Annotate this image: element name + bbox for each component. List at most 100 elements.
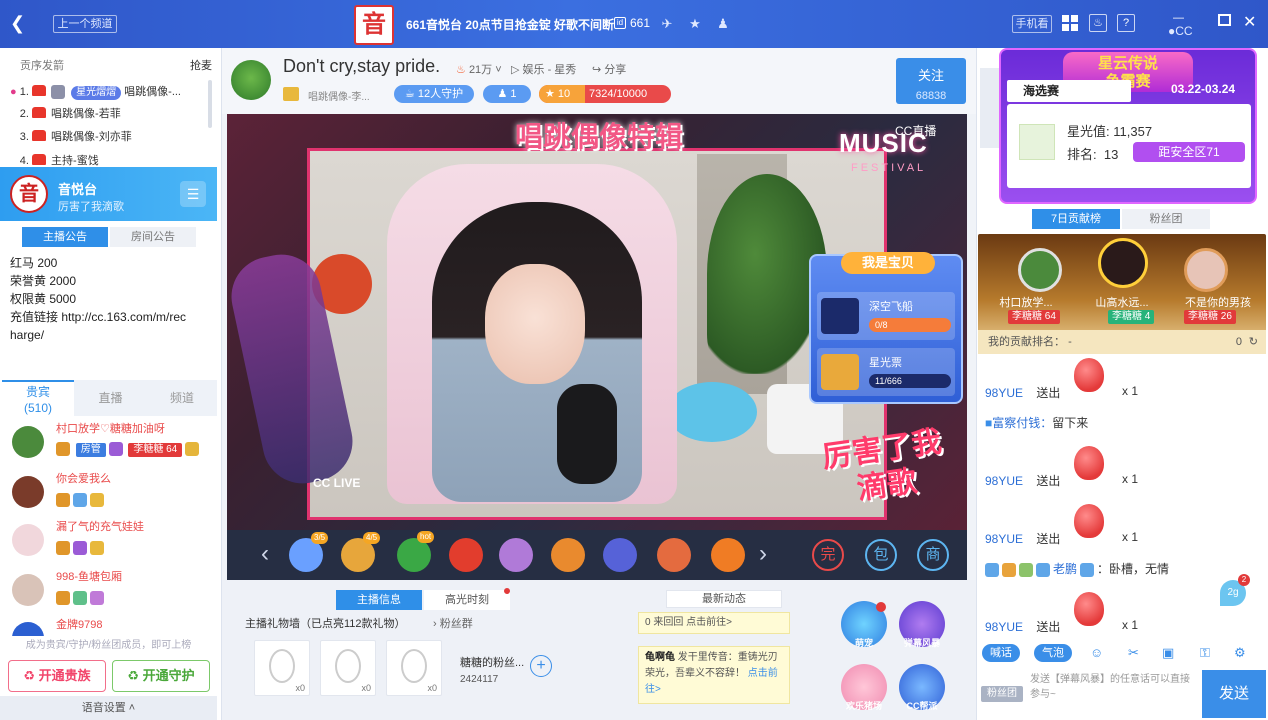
star-icon[interactable]: ★ xyxy=(684,13,706,35)
viewer-row[interactable]: 金牌9798 xyxy=(8,616,216,638)
viewer-name: 998-鱼塘包厢 xyxy=(56,571,123,583)
menu-icon[interactable]: ☰ xyxy=(180,181,206,207)
gift-item[interactable] xyxy=(551,538,585,572)
tab-anchor-info[interactable]: 主播信息 xyxy=(336,590,422,610)
back-icon[interactable]: ❮ xyxy=(10,13,25,33)
lollipop-icon xyxy=(1074,358,1104,392)
ticket-icon xyxy=(821,354,859,390)
video-player[interactable]: 唱跳偶像特辑 MUSIC FESTIVAL CC直播 CC LIVE 厉害了我滴… xyxy=(227,114,967,530)
channel-card[interactable]: 音 音悦台 厉害了我滴歌 ☰ xyxy=(0,167,217,221)
streamer-face xyxy=(485,264,585,384)
help-icon[interactable]: ? xyxy=(1117,14,1135,32)
avatar[interactable] xyxy=(1018,248,1062,292)
medal-icon xyxy=(56,442,70,456)
maximize-icon[interactable] xyxy=(1218,14,1231,26)
gift-wall-title[interactable]: 主播礼物墙（已点亮112款礼物） xyxy=(245,615,406,631)
shout-button[interactable]: 喊话 xyxy=(982,644,1020,662)
prev-channel-button[interactable]: 上一个频道 xyxy=(53,15,117,33)
emoji-icon[interactable]: ☺ xyxy=(1090,645,1103,660)
viewer-row[interactable]: 村口放学♡糖糖加油呀 房管 李糖糖 64 xyxy=(8,420,216,470)
open-guard-button[interactable]: ♻ 开通守护 xyxy=(112,660,210,692)
share-button[interactable]: ↪ 分享 xyxy=(592,61,626,77)
fans-badge[interactable]: ♟ 1 xyxy=(483,85,531,103)
fan-club-button[interactable]: 粉丝团 xyxy=(981,686,1023,702)
channel-subtitle: 厉害了我滴歌 xyxy=(58,201,124,213)
settings-icon[interactable]: ⚙ xyxy=(1234,645,1246,661)
tab-live[interactable]: 直播 xyxy=(74,380,147,416)
viewer-badges xyxy=(56,590,107,605)
danmaku-storm-button[interactable]: 弹幕风暴 xyxy=(899,601,945,648)
chat-input[interactable]: 发送【弹幕风暴】的任意话可以直接参与~ xyxy=(1030,670,1198,714)
shop-icon[interactable]: 商 xyxy=(917,539,949,571)
viewer-name: 你会爱我么 xyxy=(56,473,111,485)
tab-room-notice[interactable]: 房间公告 xyxy=(110,227,196,247)
rank-row[interactable]: ● 3. 唱跳偶像-刘亦菲 xyxy=(10,126,210,148)
tab-highlights[interactable]: 高光时刻 xyxy=(424,590,510,610)
gift-prev-icon[interactable]: ‹ xyxy=(261,540,269,568)
cc-gang-button[interactable]: CC帮派 xyxy=(899,664,945,711)
gift-thumb[interactable]: x0 xyxy=(320,640,376,696)
plane-icon[interactable]: ✈ xyxy=(656,13,678,35)
gift-thumb[interactable]: x0 xyxy=(386,640,442,696)
avatar[interactable] xyxy=(1184,248,1228,292)
add-icon[interactable]: + xyxy=(530,655,552,677)
tab-channel[interactable]: 频道 xyxy=(147,380,217,416)
viewer-row[interactable]: 漏了气的充气娃娃 xyxy=(8,518,216,568)
category-link[interactable]: ▷ 娱乐 - 星秀 xyxy=(511,61,576,77)
close-icon[interactable]: ✕ xyxy=(1243,12,1256,32)
news-title: 最新动态 xyxy=(666,590,782,608)
gift-item[interactable] xyxy=(711,538,745,572)
viewer-row[interactable]: 你会爱我么 xyxy=(8,470,216,520)
cc-logo: ●CC xyxy=(1168,24,1193,38)
viewer-row[interactable]: 998-鱼塘包厢 xyxy=(8,568,216,618)
gift-thumb[interactable]: x0 xyxy=(254,640,310,696)
rank-row[interactable]: ● 2. 唱跳偶像-若菲 xyxy=(10,103,210,125)
anchor-level-icon xyxy=(283,87,299,101)
gift-item[interactable] xyxy=(603,538,637,572)
event-card[interactable]: 星云传说争霸赛 海选赛 03.22-03.24 星光值: 11,357 排名: … xyxy=(999,48,1257,204)
rank-row[interactable]: ● 4. 主持-蜜饯 xyxy=(10,150,210,166)
fan-group-link[interactable]: › 粉丝群 xyxy=(433,615,473,631)
complete-icon[interactable]: 完 xyxy=(812,539,844,571)
tab-fan-club[interactable]: 粉丝团 xyxy=(1122,209,1210,229)
rank-tab[interactable]: 贡序发箭 xyxy=(20,57,64,73)
anchor-avatar[interactable] xyxy=(231,60,271,100)
avatar[interactable] xyxy=(1098,238,1148,288)
tab-contribution[interactable]: 7日贡献榜 xyxy=(1032,209,1120,229)
image-icon[interactable]: ▣ xyxy=(1162,645,1174,661)
phone-watch-button[interactable]: 手机看 xyxy=(1012,15,1052,33)
tab-vip[interactable]: 贵宾 (510) xyxy=(2,380,74,416)
side-tabs[interactable] xyxy=(980,68,1000,148)
star-value: 星光值: 11,357 xyxy=(1067,124,1153,139)
scissors-icon[interactable]: ✂ xyxy=(1128,645,1139,661)
lock-icon[interactable]: ⚿ xyxy=(1200,645,1210,661)
video-banner: 唱跳偶像特辑 xyxy=(514,121,683,152)
pig-farm-button[interactable]: 欢乐猪场 xyxy=(841,664,887,711)
bubble-button[interactable]: 气泡 xyxy=(1034,644,1072,662)
crown-icon xyxy=(31,154,46,165)
tab-anchor-notice[interactable]: 主播公告 xyxy=(22,227,108,247)
send-button[interactable]: 发送 xyxy=(1202,670,1266,718)
open-vip-button[interactable]: ♻ 开通贵族 xyxy=(8,660,106,692)
gift-item[interactable] xyxy=(449,538,483,572)
guards-badge[interactable]: ☕ 12人守护 xyxy=(394,85,474,103)
news-item[interactable]: 0 来回回 点击前往> xyxy=(638,612,790,634)
grab-mic-tab[interactable]: 抢麦 xyxy=(190,57,212,73)
bag-icon[interactable]: 包 xyxy=(865,539,897,571)
follow-button[interactable]: 关注 68838 xyxy=(896,58,966,104)
rank-row[interactable]: ● 1. 星光熠熠 唱跳偶像-... xyxy=(10,81,210,103)
gift-next-icon[interactable]: › xyxy=(759,540,767,568)
users-icon[interactable]: ♟ xyxy=(712,13,734,35)
spaceship-icon xyxy=(821,298,859,334)
top3-board: 村口放学... 山高水远... 不是你的男孩 李糖糖 64 李糖糖 4 李糖糖 … xyxy=(978,234,1266,354)
gift-item[interactable] xyxy=(397,538,431,572)
news-item[interactable]: 龟啊龟 发干里传音：重铸光刃荣光，吾辈义不容辞！ 点击前往> xyxy=(638,646,790,704)
grid-icon[interactable] xyxy=(1062,15,1078,31)
voice-settings-button[interactable]: 语音设置 ˄ xyxy=(0,696,217,720)
gift-item[interactable] xyxy=(499,538,533,572)
treasure-panel[interactable]: 我是宝贝 深空飞船 0/8 星光票 11/666 xyxy=(809,252,963,404)
rank-pill: 星光熠熠 xyxy=(71,86,122,100)
fan-group-id: 2424117 xyxy=(460,674,499,685)
gift-item[interactable] xyxy=(657,538,691,572)
bell-icon[interactable]: ♨ xyxy=(1089,14,1107,32)
